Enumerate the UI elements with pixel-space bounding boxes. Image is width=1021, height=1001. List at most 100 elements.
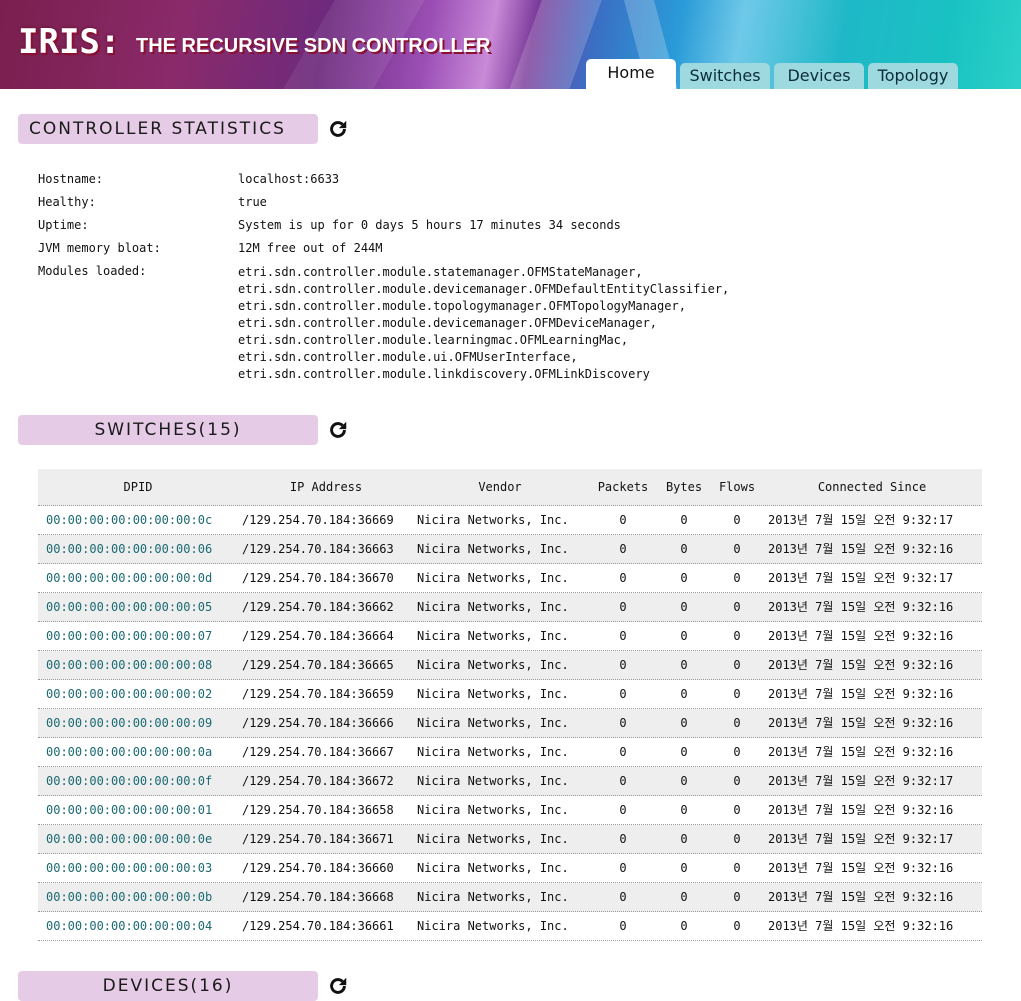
- cell-dpid[interactable]: 00:00:00:00:00:00:00:0a: [46, 738, 238, 766]
- column-header-connected: Connected Since: [817, 480, 927, 494]
- cell-dpid[interactable]: 00:00:00:00:00:00:00:03: [46, 854, 238, 882]
- table-row: 00:00:00:00:00:00:00:07/129.254.70.184:3…: [38, 622, 982, 651]
- table-row: 00:00:00:00:00:00:00:05/129.254.70.184:3…: [38, 593, 982, 622]
- cell-flows: 0: [733, 716, 741, 730]
- column-header-dpid: DPID: [123, 480, 153, 494]
- cell-ip: /129.254.70.184:36669: [242, 513, 394, 527]
- cell-connected: 2013년 7월 15일 오전 9:32:17: [768, 774, 954, 788]
- cell-ip: /129.254.70.184:36663: [242, 542, 394, 556]
- cell-bytes: 0: [680, 513, 688, 527]
- cell-flows: 0: [733, 629, 741, 643]
- cell-ip: /129.254.70.184:36668: [242, 890, 394, 904]
- cell-bytes: 0: [680, 571, 688, 585]
- cell-connected: 2013년 7월 15일 오전 9:32:16: [768, 919, 954, 933]
- controller-stats-heading: CONTROLLER STATISTICS: [18, 114, 318, 144]
- cell-vendor: Nicira Networks, Inc.: [417, 774, 569, 788]
- cell-bytes: 0: [680, 716, 688, 730]
- cell-connected: 2013년 7월 15일 오전 9:32:17: [768, 571, 954, 585]
- cell-flows: 0: [733, 687, 741, 701]
- module-item: etri.sdn.controller.module.statemanager.…: [238, 265, 643, 279]
- cell-dpid[interactable]: 00:00:00:00:00:00:00:0c: [46, 506, 238, 534]
- cell-ip: /129.254.70.184:36662: [242, 600, 394, 614]
- module-item: etri.sdn.controller.module.devicemanager…: [238, 282, 730, 296]
- cell-packets: 0: [619, 803, 627, 817]
- cell-bytes: 0: [680, 658, 688, 672]
- cell-dpid[interactable]: 00:00:00:00:00:00:00:09: [46, 709, 238, 737]
- modules-list: etri.sdn.controller.module.statemanager.…: [238, 264, 729, 383]
- cell-dpid[interactable]: 00:00:00:00:00:00:00:04: [46, 912, 238, 940]
- table-row: 00:00:00:00:00:00:00:08/129.254.70.184:3…: [38, 651, 982, 680]
- switches-heading: SWITCHES(15): [18, 415, 318, 445]
- cell-ip: /129.254.70.184:36670: [242, 571, 394, 585]
- cell-dpid[interactable]: 00:00:00:00:00:00:00:05: [46, 593, 238, 621]
- cell-packets: 0: [619, 919, 627, 933]
- cell-vendor: Nicira Networks, Inc.: [417, 542, 569, 556]
- stat-label: Hostname:: [38, 172, 104, 186]
- cell-flows: 0: [733, 513, 741, 527]
- cell-ip: /129.254.70.184:36660: [242, 861, 394, 875]
- stat-value: System is up for 0 days 5 hours 17 minut…: [238, 218, 621, 232]
- cell-ip: /129.254.70.184:36671: [242, 832, 394, 846]
- cell-packets: 0: [619, 687, 627, 701]
- cell-connected: 2013년 7월 15일 오전 9:32:16: [768, 687, 954, 701]
- tab-topology[interactable]: Topology: [868, 63, 958, 89]
- cell-dpid[interactable]: 00:00:00:00:00:00:00:0f: [46, 767, 238, 795]
- refresh-icon[interactable]: [327, 118, 349, 140]
- cell-dpid[interactable]: 00:00:00:00:00:00:00:02: [46, 680, 238, 708]
- cell-vendor: Nicira Networks, Inc.: [417, 629, 569, 643]
- stat-value: localhost:6633: [238, 172, 340, 186]
- table-row: 00:00:00:00:00:00:00:02/129.254.70.184:3…: [38, 680, 982, 709]
- column-header-bytes: Bytes: [665, 480, 703, 494]
- module-item: etri.sdn.controller.module.devicemanager…: [238, 316, 658, 330]
- cell-vendor: Nicira Networks, Inc.: [417, 716, 569, 730]
- app-header: IRIS: THE RECURSIVE SDN CONTROLLER Home …: [0, 0, 1021, 89]
- cell-dpid[interactable]: 00:00:00:00:00:00:00:01: [46, 796, 238, 824]
- cell-packets: 0: [619, 629, 627, 643]
- table-row: 00:00:00:00:00:00:00:0c/129.254.70.184:3…: [38, 506, 982, 535]
- cell-dpid[interactable]: 00:00:00:00:00:00:00:0e: [46, 825, 238, 853]
- cell-connected: 2013년 7월 15일 오전 9:32:16: [768, 861, 954, 875]
- tab-devices[interactable]: Devices: [774, 63, 864, 89]
- cell-packets: 0: [619, 513, 627, 527]
- cell-connected: 2013년 7월 15일 오전 9:32:16: [768, 890, 954, 904]
- cell-packets: 0: [619, 600, 627, 614]
- cell-flows: 0: [733, 890, 741, 904]
- cell-bytes: 0: [680, 600, 688, 614]
- tab-home[interactable]: Home: [586, 59, 676, 89]
- cell-dpid[interactable]: 00:00:00:00:00:00:00:08: [46, 651, 238, 679]
- cell-bytes: 0: [680, 803, 688, 817]
- table-row: 00:00:00:00:00:00:00:01/129.254.70.184:3…: [38, 796, 982, 825]
- cell-bytes: 0: [680, 861, 688, 875]
- cell-connected: 2013년 7월 15일 오전 9:32:16: [768, 716, 954, 730]
- column-header-flows: Flows: [718, 480, 756, 494]
- refresh-icon[interactable]: [327, 419, 349, 441]
- column-header-vendor: Vendor: [478, 480, 522, 494]
- cell-flows: 0: [733, 919, 741, 933]
- stat-label: Modules loaded:: [38, 264, 147, 278]
- cell-dpid[interactable]: 00:00:00:00:00:00:00:0d: [46, 564, 238, 592]
- cell-ip: /129.254.70.184:36667: [242, 745, 394, 759]
- cell-bytes: 0: [680, 774, 688, 788]
- cell-dpid[interactable]: 00:00:00:00:00:00:00:06: [46, 535, 238, 563]
- stat-label: Uptime:: [38, 218, 89, 232]
- cell-bytes: 0: [680, 629, 688, 643]
- cell-vendor: Nicira Networks, Inc.: [417, 571, 569, 585]
- cell-bytes: 0: [680, 919, 688, 933]
- cell-dpid[interactable]: 00:00:00:00:00:00:00:07: [46, 622, 238, 650]
- cell-flows: 0: [733, 832, 741, 846]
- cell-vendor: Nicira Networks, Inc.: [417, 600, 569, 614]
- cell-vendor: Nicira Networks, Inc.: [417, 803, 569, 817]
- cell-packets: 0: [619, 571, 627, 585]
- module-item: etri.sdn.controller.module.linkdiscovery…: [238, 367, 650, 381]
- tab-switches[interactable]: Switches: [680, 63, 770, 89]
- cell-ip: /129.254.70.184:36658: [242, 803, 394, 817]
- module-item: etri.sdn.controller.module.topologymanag…: [238, 299, 686, 313]
- cell-packets: 0: [619, 542, 627, 556]
- cell-flows: 0: [733, 600, 741, 614]
- cell-dpid[interactable]: 00:00:00:00:00:00:00:0b: [46, 883, 238, 911]
- table-row: 00:00:00:00:00:00:00:0f/129.254.70.184:3…: [38, 767, 982, 796]
- table-row: 00:00:00:00:00:00:00:03/129.254.70.184:3…: [38, 854, 982, 883]
- cell-bytes: 0: [680, 542, 688, 556]
- table-row: 00:00:00:00:00:00:00:06/129.254.70.184:3…: [38, 535, 982, 564]
- cell-packets: 0: [619, 774, 627, 788]
